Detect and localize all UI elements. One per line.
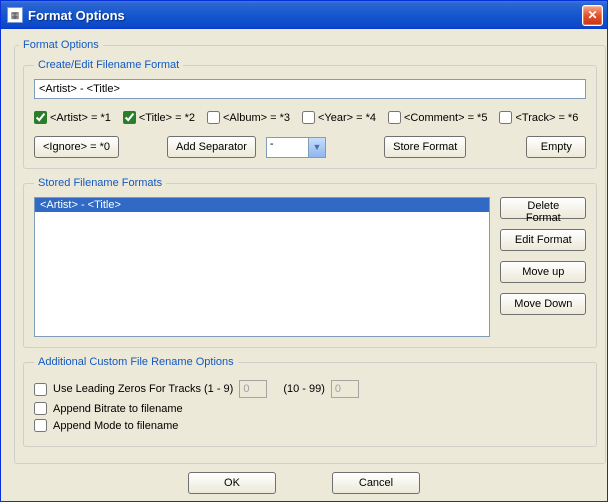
artist-checkbox[interactable] <box>34 111 47 124</box>
chevron-down-icon: ▼ <box>308 138 325 157</box>
create-edit-legend: Create/Edit Filename Format <box>34 59 183 71</box>
artist-check-label[interactable]: <Artist> = *1 <box>34 111 111 124</box>
separator-select[interactable]: - ▼ <box>266 137 326 158</box>
title-label-text: <Title> = *2 <box>139 112 195 124</box>
stored-formats-legend: Stored Filename Formats <box>34 177 166 189</box>
token-checkbox-row: <Artist> = *1 <Title> = *2 <Album> = *3 … <box>34 111 586 124</box>
format-options-legend: Format Options <box>19 39 103 51</box>
ignore-button[interactable]: <Ignore> = *0 <box>34 136 119 158</box>
track-label-text: <Track> = *6 <box>515 112 578 124</box>
title-check-label[interactable]: <Title> = *2 <box>123 111 195 124</box>
leading-zeros-label: Use Leading Zeros For Tracks (1 - 9) <box>53 383 233 395</box>
delete-format-button[interactable]: Delete Format <box>500 197 586 219</box>
separator-value: - <box>270 138 274 150</box>
store-format-button[interactable]: Store Format <box>384 136 466 158</box>
add-separator-button[interactable]: Add Separator <box>167 136 256 158</box>
create-edit-group: Create/Edit Filename Format <Artist> = *… <box>23 59 597 169</box>
comment-label-text: <Comment> = *5 <box>404 112 487 124</box>
append-bitrate-checkbox[interactable] <box>34 402 47 415</box>
move-up-button[interactable]: Move up <box>500 261 586 283</box>
album-checkbox[interactable] <box>207 111 220 124</box>
leading-zeros-checkbox[interactable] <box>34 383 47 396</box>
additional-options-group: Additional Custom File Rename Options Us… <box>23 356 597 447</box>
format-options-window: ▦ Format Options ✕ Format Options Create… <box>0 0 608 502</box>
comment-checkbox[interactable] <box>388 111 401 124</box>
cancel-button[interactable]: Cancel <box>332 472 420 494</box>
additional-options-legend: Additional Custom File Rename Options <box>34 356 238 368</box>
append-mode-checkbox[interactable] <box>34 419 47 432</box>
dialog-footer: OK Cancel <box>14 472 594 494</box>
year-checkbox[interactable] <box>302 111 315 124</box>
format-options-group: Format Options Create/Edit Filename Form… <box>14 39 606 464</box>
artist-label-text: <Artist> = *1 <box>50 112 111 124</box>
title-checkbox[interactable] <box>123 111 136 124</box>
stored-formats-group: Stored Filename Formats <Artist> - <Titl… <box>23 177 597 348</box>
comment-check-label[interactable]: <Comment> = *5 <box>388 111 487 124</box>
move-down-button[interactable]: Move Down <box>500 293 586 315</box>
stored-format-item[interactable]: <Artist> - <Title> <box>35 198 489 212</box>
album-label-text: <Album> = *3 <box>223 112 290 124</box>
year-check-label[interactable]: <Year> = *4 <box>302 111 376 124</box>
filename-format-input[interactable] <box>34 79 586 99</box>
create-edit-button-row: <Ignore> = *0 Add Separator - ▼ Store Fo… <box>34 136 586 158</box>
ok-button[interactable]: OK <box>188 472 276 494</box>
leading-zeros-val1 <box>239 380 267 398</box>
edit-format-button[interactable]: Edit Format <box>500 229 586 251</box>
leading-zeros-val2 <box>331 380 359 398</box>
window-title: Format Options <box>28 8 582 23</box>
stored-formats-list[interactable]: <Artist> - <Title> <box>34 197 490 337</box>
append-mode-label: Append Mode to filename <box>53 420 178 432</box>
append-bitrate-label: Append Bitrate to filename <box>53 403 183 415</box>
track-checkbox[interactable] <box>499 111 512 124</box>
album-check-label[interactable]: <Album> = *3 <box>207 111 290 124</box>
app-icon: ▦ <box>7 7 23 23</box>
year-label-text: <Year> = *4 <box>318 112 376 124</box>
close-button[interactable]: ✕ <box>582 5 603 26</box>
empty-button[interactable]: Empty <box>526 136 586 158</box>
track-check-label[interactable]: <Track> = *6 <box>499 111 578 124</box>
stored-format-buttons: Delete Format Edit Format Move up Move D… <box>500 197 586 337</box>
client-area: Format Options Create/Edit Filename Form… <box>1 29 607 502</box>
leading-zeros-range2: (10 - 99) <box>283 383 325 395</box>
titlebar: ▦ Format Options ✕ <box>1 1 607 29</box>
